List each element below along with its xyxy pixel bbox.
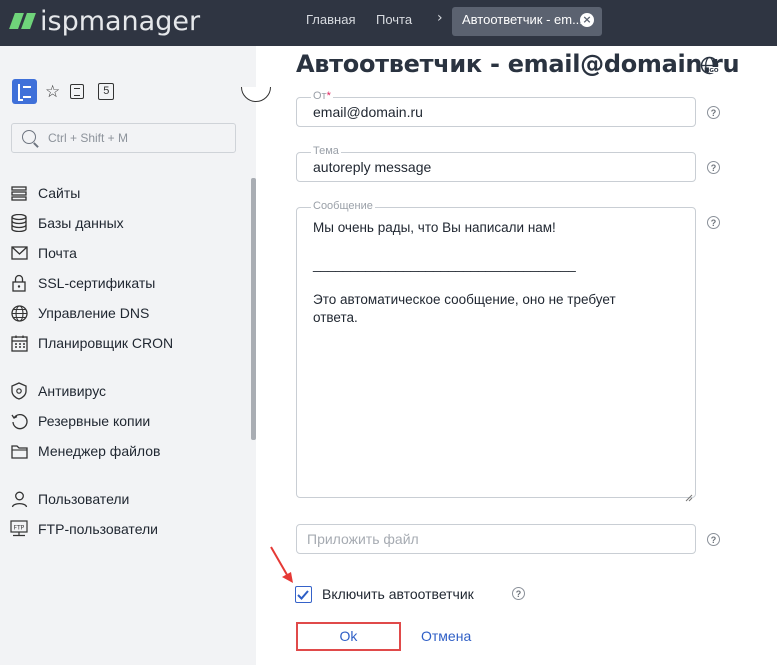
ftp-icon: FTP [10, 520, 28, 538]
sidebar-search-input[interactable]: Ctrl + Shift + M [11, 123, 236, 153]
logo-mark-icon [21, 13, 36, 29]
resize-handle-icon[interactable] [685, 487, 693, 502]
chevron-right-icon: › [437, 10, 443, 26]
message-line: Это автоматическое сообщение, оно не тре… [313, 292, 616, 307]
help-icon[interactable]: ? [707, 161, 720, 174]
calendar-icon [10, 334, 28, 352]
svg-text:GO: GO [709, 68, 719, 74]
sidebar-item-mail[interactable]: Почта [10, 243, 77, 263]
sidebar-scrollbar[interactable] [251, 178, 256, 440]
tab-autoreply[interactable]: Автоответчик - em... × [452, 7, 602, 36]
sidebar-item-dns[interactable]: Управление DNS [10, 303, 149, 323]
lock-icon [10, 274, 28, 292]
folder-icon [10, 442, 28, 460]
sidebar-item-ftp-users[interactable]: FTP FTP-пользователи [10, 519, 158, 539]
sidebar-item-label: Почта [38, 245, 77, 261]
subject-value: autoreply message [313, 159, 432, 175]
database-icon [10, 214, 28, 232]
shield-icon [10, 382, 28, 400]
sidebar-item-label: Сайты [38, 185, 81, 201]
search-icon [22, 130, 36, 144]
sidebar-item-label: Планировщик CRON [38, 335, 174, 351]
sites-icon [10, 184, 28, 202]
help-icon[interactable]: ? [512, 587, 525, 600]
tree-view-icon[interactable] [12, 79, 37, 104]
globe-icon[interactable]: GO [700, 56, 719, 79]
from-field[interactable]: От* email@domain.ru [296, 90, 696, 127]
backup-icon [10, 412, 28, 430]
sidebar-item-label: Резервные копии [38, 413, 151, 429]
sidebar: ☆ 5 Ctrl + Shift + M Сайты Базы данных П… [0, 46, 271, 665]
message-line: ответа. [313, 310, 358, 325]
from-value: email@domain.ru [313, 104, 423, 120]
close-icon[interactable]: × [580, 13, 594, 27]
top-bar: ispmanager Главная Почта › Автоответчик … [0, 0, 777, 46]
sidebar-item-label: Менеджер файлов [38, 443, 161, 459]
ok-button[interactable]: Ok [296, 622, 401, 651]
from-label: От* [311, 90, 333, 102]
subject-field[interactable]: Тема autoreply message [296, 145, 696, 182]
sidebar-item-backups[interactable]: Резервные копии [10, 411, 150, 431]
enable-autoreply-checkbox[interactable] [295, 586, 312, 603]
notifications-badge[interactable]: 5 [98, 83, 115, 100]
tab-autoreply-label: Автоответчик - em... [462, 12, 583, 27]
sidebar-item-users[interactable]: Пользователи [10, 489, 129, 509]
sidebar-item-label: FTP-пользователи [38, 521, 158, 537]
sidebar-item-label: Управление DNS [38, 305, 150, 321]
svg-text:FTP: FTP [14, 525, 25, 532]
globe-icon [10, 304, 28, 322]
message-separator: ___________________________________ [313, 257, 576, 272]
message-line: Мы очень рады, что Вы написали нам! [313, 220, 556, 235]
sidebar-item-label: Базы данных [38, 215, 124, 231]
sidebar-item-file-manager[interactable]: Менеджер файлов [10, 441, 161, 461]
annotation-arrow-icon [268, 545, 298, 591]
sidebar-item-antivirus[interactable]: Антивирус [10, 381, 106, 401]
tab-home[interactable]: Главная [306, 12, 355, 27]
sidebar-item-label: Антивирус [38, 383, 107, 399]
user-icon [10, 490, 28, 508]
logo-text: ispmanager [40, 5, 201, 37]
attach-placeholder: Приложить файл [307, 531, 419, 547]
logo[interactable]: ispmanager [9, 5, 201, 37]
check-icon [297, 590, 309, 600]
cancel-button[interactable]: Отмена [421, 628, 471, 644]
enable-autoreply-label[interactable]: Включить автоответчик [322, 586, 474, 602]
search-placeholder: Ctrl + Shift + M [48, 131, 129, 145]
help-icon[interactable]: ? [707, 216, 720, 229]
collapse-sidebar-button[interactable] [241, 87, 271, 102]
tab-mail[interactable]: Почта [376, 12, 412, 27]
page-title: Автоответчик - email@domain.ru [296, 50, 740, 78]
attach-file-input[interactable]: Приложить файл [296, 524, 696, 554]
message-label: Сообщение [311, 200, 375, 212]
mail-icon [10, 244, 28, 262]
sidebar-toolbar: ☆ 5 [12, 79, 115, 104]
star-icon[interactable]: ☆ [45, 82, 60, 102]
sidebar-item-ssl[interactable]: SSL-сертификаты [10, 273, 155, 293]
sidebar-item-label: Пользователи [38, 491, 130, 507]
sidebar-item-sites[interactable]: Сайты [10, 183, 80, 203]
subject-label: Тема [311, 145, 341, 157]
sidebar-item-label: SSL-сертификаты [38, 275, 156, 291]
help-icon[interactable]: ? [707, 106, 720, 119]
sidebar-item-cron[interactable]: Планировщик CRON [10, 333, 173, 353]
clipboard-icon[interactable] [70, 84, 85, 99]
sidebar-item-databases[interactable]: Базы данных [10, 213, 124, 233]
message-textarea[interactable]: Сообщение Мы очень рады, что Вы написали… [296, 200, 696, 502]
help-icon[interactable]: ? [707, 533, 720, 546]
